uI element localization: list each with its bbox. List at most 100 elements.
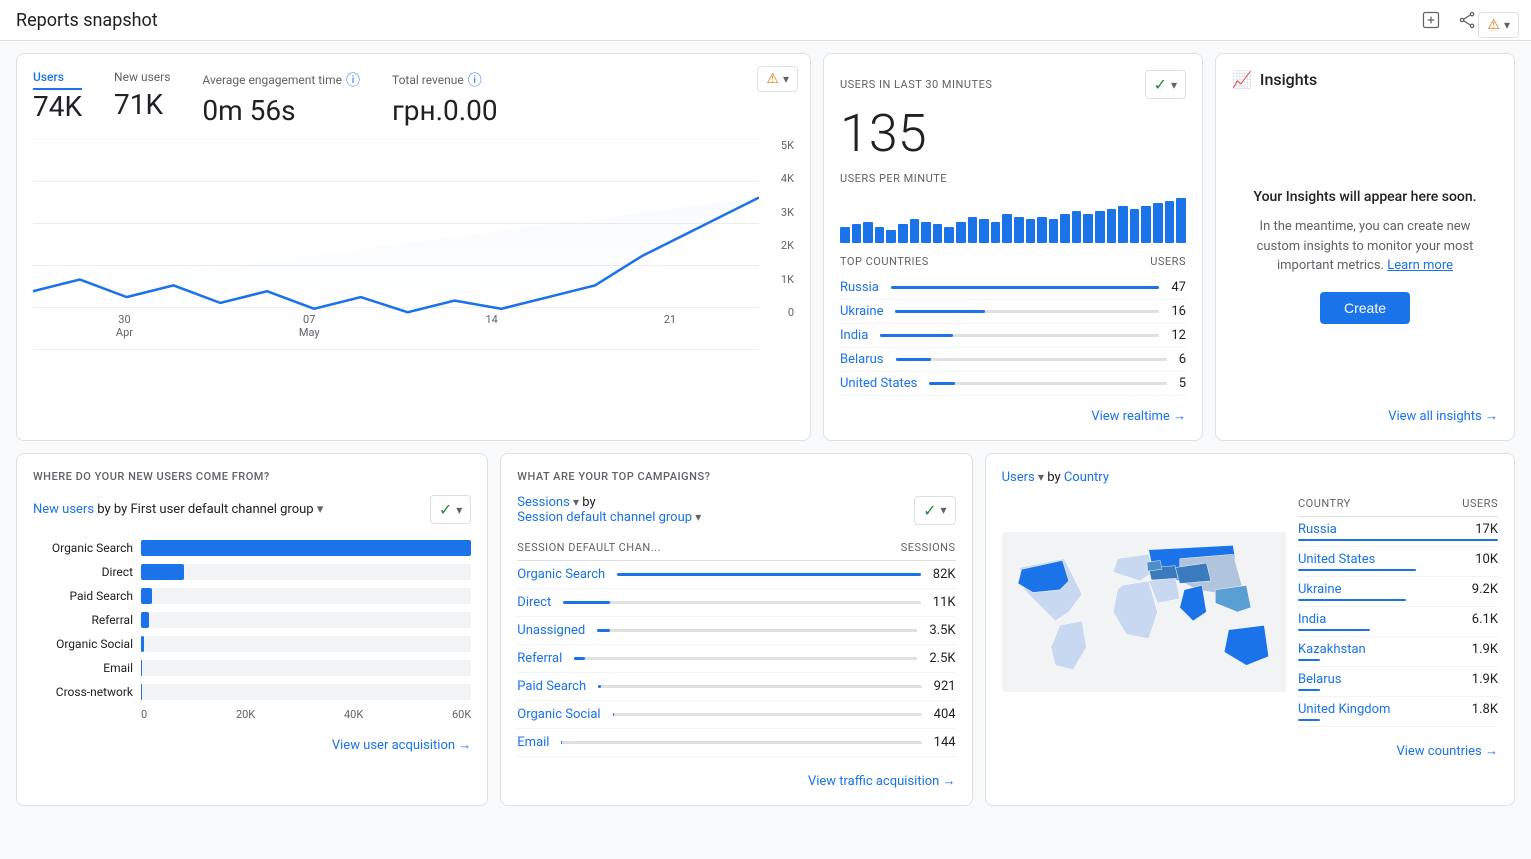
- table-row: Email 144: [517, 729, 955, 757]
- x-label-20k: 20K: [236, 708, 255, 721]
- ct-country-value: 10K: [1475, 552, 1498, 567]
- sessions-col2: SESSIONS: [901, 541, 956, 554]
- list-item: India 6.1K: [1298, 607, 1498, 637]
- metric-users-label[interactable]: Users: [33, 70, 82, 90]
- ct-country-name[interactable]: United States: [1298, 552, 1375, 567]
- session-value: 2.5K: [929, 651, 955, 666]
- sessions-table-header: SESSION DEFAULT CHAN... SESSIONS: [517, 541, 955, 561]
- map-metric[interactable]: Users: [1002, 470, 1035, 485]
- session-name[interactable]: Unassigned: [517, 623, 585, 638]
- ct-country-name[interactable]: Kazakhstan: [1298, 642, 1366, 657]
- mini-bar: [1060, 214, 1070, 243]
- mini-bars-chart: [840, 193, 1186, 243]
- mini-bar: [921, 222, 931, 243]
- bar-chart-dimension[interactable]: by First user default channel group: [114, 502, 314, 517]
- session-bar-fill: [597, 629, 610, 632]
- campaign-dropdown-chevron: ▾: [941, 503, 947, 517]
- mini-bar: [1002, 214, 1012, 243]
- country-users-value: 47: [1171, 280, 1186, 295]
- country-users-value: 12: [1171, 328, 1186, 343]
- campaign-dimension-dropdown[interactable]: ▾: [695, 510, 701, 524]
- country-row: Russia 47: [840, 276, 1186, 300]
- line-chart-area: 5K 4K 3K 2K 1K 0: [33, 139, 794, 339]
- session-name[interactable]: Organic Social: [517, 707, 600, 722]
- bar-chart-dropdown-arrow[interactable]: ▾: [317, 502, 324, 517]
- list-item: Kazakhstan 1.9K: [1298, 637, 1498, 667]
- country-table-header: COUNTRY USERS: [1298, 497, 1498, 517]
- session-bar-track: [561, 741, 921, 744]
- bar-chart-area: Organic Search Direct Paid Search Referr…: [33, 540, 471, 700]
- session-name[interactable]: Referral: [517, 651, 562, 666]
- country-bar-track: [891, 286, 1160, 289]
- campaign-metric-dropdown[interactable]: ▾: [573, 495, 579, 509]
- map-warning-button[interactable]: ⚠ ▾: [1478, 12, 1519, 38]
- session-name[interactable]: Direct: [517, 595, 551, 610]
- view-countries-link[interactable]: View countries →: [1002, 743, 1498, 759]
- metric-new-users-label[interactable]: New users: [114, 70, 170, 88]
- map-dropdown-chevron: ▾: [1504, 18, 1510, 32]
- list-item: Belarus 1.9K: [1298, 667, 1498, 697]
- insights-trend-icon: 📈: [1232, 70, 1252, 89]
- users-metrics-card: Users 74K New users 71K Average engageme…: [16, 53, 811, 441]
- campaign-dimension[interactable]: Session default channel group: [517, 510, 692, 525]
- edit-icon[interactable]: [1419, 8, 1443, 32]
- table-row: Paid Search 921: [517, 673, 955, 701]
- view-realtime-link[interactable]: View realtime →: [840, 408, 1186, 424]
- session-name[interactable]: Paid Search: [517, 679, 586, 694]
- ct-country-value: 1.8K: [1472, 702, 1498, 717]
- insights-card: 📈 Insights Your Insights will appear her…: [1215, 53, 1515, 441]
- warning-button[interactable]: ⚠ ▾: [757, 66, 798, 92]
- create-insights-button[interactable]: Create: [1320, 292, 1410, 324]
- bar-fill: [141, 684, 142, 700]
- learn-more-link[interactable]: Learn more: [1387, 258, 1453, 273]
- x-label-60k: 60K: [452, 708, 471, 721]
- country-name[interactable]: Ukraine: [840, 304, 883, 319]
- country-name[interactable]: Russia: [840, 280, 879, 295]
- ct-country-value: 1.9K: [1472, 642, 1498, 657]
- realtime-header: USERS IN LAST 30 MINUTES ✓ ▾: [840, 70, 1186, 99]
- campaign-metric[interactable]: Sessions: [517, 495, 570, 510]
- bar-chart-metric[interactable]: New users: [33, 502, 94, 517]
- bar-label: Email: [33, 661, 133, 675]
- session-name[interactable]: Organic Search: [517, 567, 605, 582]
- ct-country-name[interactable]: Belarus: [1298, 672, 1342, 687]
- view-user-acquisition-link[interactable]: View user acquisition →: [33, 737, 471, 753]
- revenue-info-icon[interactable]: ⓘ: [468, 70, 482, 90]
- ct-country-name[interactable]: India: [1298, 612, 1326, 627]
- campaign-by: by: [582, 495, 595, 510]
- ct-country-name[interactable]: United Kingdom: [1298, 702, 1390, 717]
- ct-bar-fill: [1298, 689, 1320, 691]
- map-dimension[interactable]: Country: [1064, 470, 1109, 485]
- bar-dropdown-chevron: ▾: [456, 503, 462, 517]
- realtime-check-button[interactable]: ✓ ▾: [1145, 70, 1186, 99]
- view-traffic-acquisition-link[interactable]: View traffic acquisition →: [517, 773, 955, 789]
- bar-row: Email: [33, 660, 471, 676]
- realtime-title: USERS IN LAST 30 MINUTES: [840, 78, 992, 91]
- country-users-value: 16: [1171, 304, 1186, 319]
- ct-country-name[interactable]: Ukraine: [1298, 582, 1341, 597]
- campaign-label: Sessions ▾ by Session default channel gr…: [517, 495, 701, 525]
- top-countries-header: TOP COUNTRIES USERS: [840, 255, 1186, 268]
- session-name[interactable]: Email: [517, 735, 549, 750]
- bar-label: Direct: [33, 565, 133, 579]
- share-icon[interactable]: [1455, 8, 1479, 32]
- country-name[interactable]: India: [840, 328, 868, 343]
- campaign-check-button[interactable]: ✓ ▾: [914, 496, 955, 525]
- country-name[interactable]: Belarus: [840, 352, 884, 367]
- mini-bar: [1153, 203, 1163, 243]
- session-bar-track: [563, 601, 921, 604]
- bar-fill: [141, 540, 471, 556]
- sessions-table: SESSION DEFAULT CHAN... SESSIONS Organic…: [517, 541, 955, 757]
- x-label-may14: 14: [485, 313, 497, 339]
- bar-track: [141, 540, 471, 556]
- engagement-info-icon[interactable]: ⓘ: [346, 70, 360, 90]
- ct-country-name[interactable]: Russia: [1298, 522, 1337, 537]
- view-all-insights-link[interactable]: View all insights →: [1232, 408, 1498, 424]
- session-bar-fill: [574, 657, 584, 660]
- country-name[interactable]: United States: [840, 376, 917, 391]
- bar-chart-check-button[interactable]: ✓ ▾: [430, 495, 471, 524]
- country-table: COUNTRY USERS Russia 17K United States 1…: [1298, 497, 1498, 727]
- map-metric-dropdown[interactable]: ▾: [1038, 470, 1044, 484]
- realtime-sub: USERS PER MINUTE: [840, 172, 1186, 185]
- ct-country-value: 6.1K: [1472, 612, 1498, 627]
